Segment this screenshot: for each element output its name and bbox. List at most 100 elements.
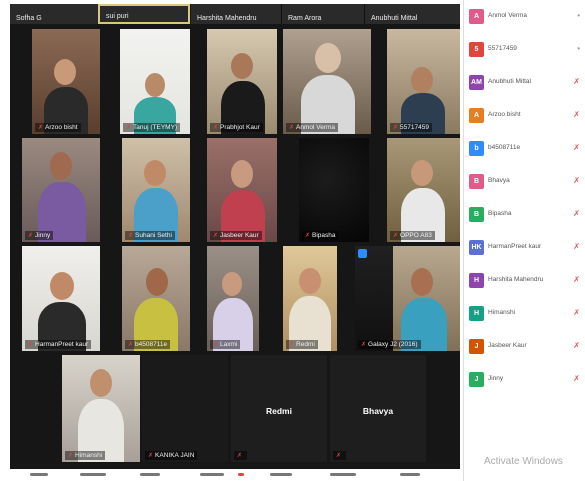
participant-row-name: Anmol Verma [488,12,528,19]
strip-tile-name: Ram Arora [288,15,322,22]
video-tile[interactable]: ✗ Suhani Sethi [122,138,190,242]
zoom-meeting-window: Sofha G sui puri Harshita Mahendru Ram A… [0,0,585,481]
participant-row[interactable]: B Bipasha ✗ [464,200,585,233]
participant-name-label: ✗ 55717459 [390,123,432,132]
mic-muted-icon: ✗ [28,233,34,239]
participant-name-label: ✗ Tanuj (TEYMY) [123,123,181,132]
mic-muted-icon[interactable]: ✗ [573,176,580,185]
video-tile[interactable]: Bhavya ✗ [330,355,426,462]
video-tile[interactable]: ✗ Tanuj (TEYMY) [120,29,190,134]
participant-row[interactable]: 5 55717459 • [464,35,585,68]
video-tile[interactable]: ✗ Galaxy J2 (2016) [355,246,460,351]
participant-name-label: ✗ b4508711e [125,340,171,349]
participant-row[interactable]: A Arzoo bisht ✗ [464,101,585,134]
participant-row[interactable]: HK HarmanPreet kaur ✗ [464,233,585,266]
mic-muted-icon: ✗ [289,125,295,131]
video-tile[interactable]: ✗ Bipasha [299,138,369,242]
video-tile[interactable]: ✗ OPPO A83 [387,138,460,242]
video-tile[interactable]: ✗ Himanshi [62,355,140,462]
mic-icon[interactable]: • [577,44,580,53]
mic-muted-icon[interactable]: ✗ [573,275,580,284]
toolbar-item[interactable] [238,473,244,476]
video-feed [299,138,369,242]
person-head [231,160,253,188]
mic-muted-icon[interactable]: ✗ [573,209,580,218]
participant-display-name: Bhavya [362,406,394,417]
participant-row[interactable]: J Jasbeer Kaur ✗ [464,332,585,365]
person-head [50,272,74,300]
video-tile[interactable]: ✗ 55717459 [387,29,460,134]
video-tile[interactable]: ✗ KANIKA JAIN [142,355,228,462]
mic-muted-icon[interactable]: ✗ [573,110,580,119]
participant-row-name: Arzoo bisht [488,111,521,118]
video-tile[interactable]: ✗ Laxmi [207,246,259,351]
toolbar-item[interactable] [30,473,48,476]
person-head [50,152,72,180]
video-tile[interactable]: Redmi ✗ [231,355,327,462]
toolbar-item[interactable] [80,473,106,476]
mic-muted-icon: ✗ [68,453,74,459]
participant-row[interactable]: H Himanshi ✗ [464,299,585,332]
person-head [54,59,76,85]
mic-muted-icon[interactable]: ✗ [573,242,580,251]
participant-row-name: Anubhuti Mittal [488,78,531,85]
mic-muted-icon[interactable]: ✗ [573,341,580,350]
video-tile[interactable]: ✗ Redmi [283,246,337,351]
strip-tile[interactable]: Sofha G [10,4,101,24]
toolbar-item[interactable] [400,473,420,476]
participant-name-label: ✗ [333,451,347,460]
participant-row[interactable]: B Bhavya ✗ [464,167,585,200]
participant-row[interactable]: H Harshita Mahendru ✗ [464,266,585,299]
participant-name-label: ✗ Suhani Sethi [125,231,175,240]
video-tile[interactable]: ✗ Prabhjot Kaur [207,29,277,134]
toolbar-item[interactable] [270,473,292,476]
video-tile[interactable]: ✗ Jinny [22,138,100,242]
mic-muted-icon: ✗ [336,453,342,459]
mic-icon[interactable]: • [577,11,580,20]
participant-name-label: ✗ Prabhjot Kaur [210,123,263,132]
participant-name-label: ✗ HarmanPreet kaur [25,340,92,349]
person-head [411,67,433,93]
participant-row[interactable]: J Jinny ✗ [464,365,585,398]
mic-muted-icon: ✗ [148,453,154,459]
toolbar-item[interactable] [330,473,356,476]
participant-row[interactable]: AM Anubhuti Mittal ✗ [464,68,585,101]
video-tile[interactable]: ✗ Arzoo bisht [32,29,100,134]
person-head [144,160,166,186]
gallery-view: Sofha G sui puri Harshita Mahendru Ram A… [10,4,460,469]
mic-muted-icon: ✗ [126,125,132,131]
strip-tile[interactable]: Harshita Mahendru [191,4,282,24]
mic-muted-icon: ✗ [237,453,243,459]
video-tile[interactable]: ✗ b4508711e [122,246,190,351]
mic-muted-icon: ✗ [361,342,367,348]
mic-muted-icon[interactable]: ✗ [573,374,580,383]
avatar: b [469,141,484,156]
video-tile[interactable]: ✗ Anmol Verma [283,29,371,134]
strip-tile[interactable]: Anubhuti Mittal [365,4,460,24]
participant-row[interactable]: b b4508711e ✗ [464,134,585,167]
video-tile[interactable]: ✗ Jasbeer Kaur [207,138,277,242]
mic-muted-icon[interactable]: ✗ [573,77,580,86]
toolbar-item[interactable] [140,473,160,476]
strip-tile-name: Sofha G [16,15,42,22]
mic-muted-icon[interactable]: ✗ [573,308,580,317]
toolbar-item[interactable] [200,473,224,476]
participant-row-name: Bhavya [488,177,510,184]
mic-muted-icon[interactable]: ✗ [573,143,580,152]
strip-tile[interactable]: Ram Arora [282,4,365,24]
avatar: AM [469,75,484,90]
avatar: H [469,273,484,288]
participant-name-label: ✗ Jasbeer Kaur [210,231,262,240]
participant-row-name: Jinny [488,375,504,382]
video-tile[interactable]: ✗ HarmanPreet kaur [22,246,100,351]
strip-tile-active[interactable]: sui puri [98,4,190,24]
mic-muted-icon: ✗ [305,233,311,239]
participants-panel: A Anmol Verma • 5 55717459 • AM Anubhuti Mittal… [463,0,585,481]
person-head [222,272,242,296]
participant-row-name: 55717459 [488,45,517,52]
avatar: 5 [469,42,484,57]
person-head [145,73,165,97]
mic-muted-icon: ✗ [28,342,34,348]
mic-muted-icon: ✗ [128,342,134,348]
participant-row[interactable]: A Anmol Verma • [464,2,585,35]
